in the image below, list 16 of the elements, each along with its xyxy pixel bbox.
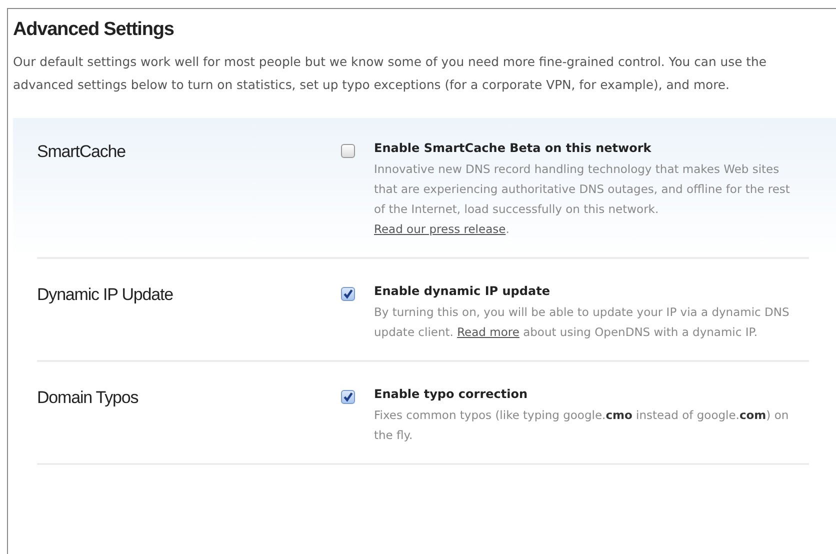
link[interactable]: Read our press release — [374, 222, 506, 236]
checkbox[interactable] — [341, 287, 355, 301]
option-description: Innovative new DNS record handling technology that makes Web sites that are experiencing authoritative DNS outages, and offline for the rest of the Internet, load successfully on this network. Read our press release. — [374, 161, 791, 238]
option-label: Enable dynamic IP update — [374, 284, 551, 298]
checkbox[interactable] — [341, 390, 355, 404]
option-description: By turning this on, you will be able to update your IP via a dynamic DNS update client. Read more about using OpenDNS with a dynamic IP. — [374, 304, 790, 341]
option-description: Fixes common typos (like typing google.cmo instead of google.com) on the fly. — [374, 407, 790, 444]
page-title: Advanced Settings — [13, 19, 175, 41]
intro-text: Our default settings work well for most people but we know some of you need more fine-grained control. You can use the advanced settings below to turn on statistics, set up typo exceptions (for a corporate VPN, for example), and more. — [13, 53, 768, 94]
setting-name: SmartCache — [37, 141, 126, 163]
option-label: Enable typo correction — [374, 387, 529, 401]
setting-name: Domain Typos — [37, 387, 140, 409]
link[interactable]: Read more — [457, 325, 520, 339]
option-label: Enable SmartCache Beta on this network — [374, 141, 652, 155]
checkbox[interactable] — [341, 144, 355, 158]
setting-name: Dynamic IP Update — [37, 284, 174, 306]
